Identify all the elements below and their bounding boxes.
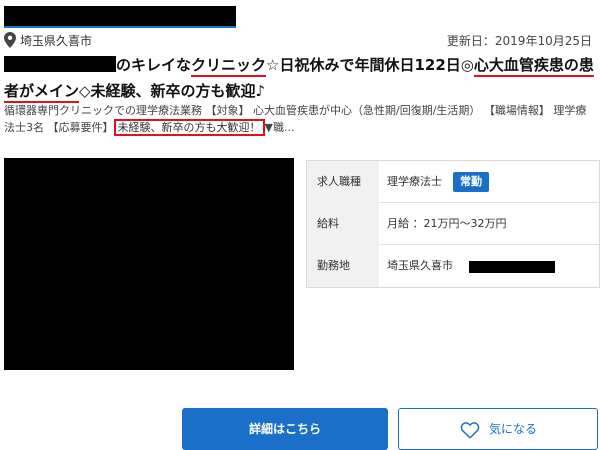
redacted-title-name <box>4 56 116 72</box>
info-label: 勤務地 <box>307 245 379 287</box>
employment-type-badge: 常勤 <box>453 172 489 192</box>
title-highlight-clinic: クリニック <box>191 56 267 74</box>
info-value: 埼玉県久喜市 <box>387 259 453 272</box>
location-label: 埼玉県久喜市 <box>20 34 93 48</box>
info-row-location: 勤務地 埼玉県久喜市 <box>307 245 600 287</box>
header-underline <box>4 26 236 28</box>
title-part: のキレイな <box>116 56 192 74</box>
job-summary: 循環器専門クリニックでの理学療法業務 【対象】 心大血管疾患が中心（急性期/回復… <box>4 102 596 136</box>
summary-highlight: 未経験、新卒の方も大歓迎！ <box>113 119 265 136</box>
title-highlight-main: 者がメイン <box>4 82 80 100</box>
favorite-button[interactable]: 気になる <box>398 408 598 450</box>
title-highlight-condition: 心大血管疾患の患 <box>473 56 594 74</box>
job-photo[interactable] <box>4 158 294 370</box>
info-row-job-type: 求人職種 理学療法士 常勤 <box>307 161 600 203</box>
job-info-table: 求人職種 理学療法士 常勤 給料 月給 ：21万円〜32万円 勤務地 埼玉県久喜… <box>306 160 600 288</box>
heart-icon <box>460 422 480 439</box>
job-title[interactable]: のキレイなクリニック☆日祝休みで年間休日122日◎心大血管疾患の患者がメイン◇未… <box>4 52 600 104</box>
summary-text: 循環器専門クリニックでの理学療法業務 【対象】 心大血管疾患が中心（急性期/回復… <box>4 104 587 134</box>
title-part: ☆日祝休みで年間休日122日◎ <box>266 56 474 74</box>
info-value: 月給 ：21万円〜32万円 <box>387 217 507 230</box>
title-part: ◇未経験、新卒の方も歓迎♪ <box>79 82 266 100</box>
map-pin-icon <box>4 32 16 48</box>
favorite-label: 気になる <box>489 422 538 436</box>
info-label: 給料 <box>307 203 379 245</box>
info-value: 理学療法士 <box>387 175 442 188</box>
location-row: 埼玉県久喜市 更新日：2019年10月25日 <box>4 30 596 50</box>
info-label: 求人職種 <box>307 161 379 203</box>
info-row-salary: 給料 月給 ：21万円〜32万円 <box>307 203 600 245</box>
details-button[interactable]: 詳細はこちら <box>182 408 388 450</box>
redacted-clinic-name <box>4 6 236 28</box>
summary-more: ▼職... <box>264 121 295 134</box>
redacted-address <box>469 261 555 273</box>
updated-date: 更新日：2019年10月25日 <box>446 34 592 48</box>
top-bar <box>0 0 600 30</box>
